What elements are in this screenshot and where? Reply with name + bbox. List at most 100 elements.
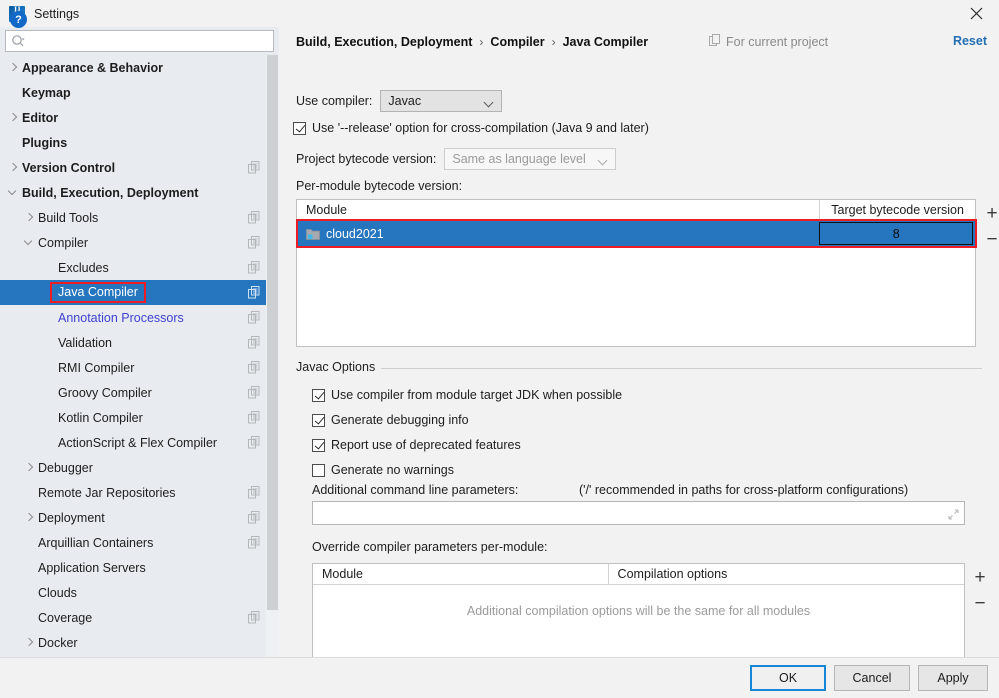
sidebar-item-remote-jar-repositories[interactable]: Remote Jar Repositories — [0, 480, 279, 505]
breadcrumb-item-0[interactable]: Build, Execution, Deployment — [296, 35, 472, 49]
chevron-right-icon[interactable] — [24, 512, 35, 523]
module-bytecode-table: Module Target bytecode version cloud2021… — [296, 199, 976, 347]
sidebar-item-plugins[interactable]: Plugins — [0, 130, 279, 155]
search-box[interactable] — [5, 30, 274, 52]
sidebar-item-keymap[interactable]: Keymap — [0, 80, 279, 105]
chevron-down-icon[interactable] — [24, 237, 35, 248]
generate-no-warnings-checkbox[interactable] — [312, 463, 325, 477]
project-bytecode-value: Same as language level — [452, 152, 586, 166]
sidebar-item-label: Remote Jar Repositories — [38, 485, 176, 500]
sidebar-item-docker[interactable]: Docker — [0, 630, 279, 655]
report-deprecated-checkbox-row[interactable]: Report use of deprecated features — [312, 438, 521, 452]
cancel-button[interactable]: Cancel — [834, 665, 910, 691]
sidebar-scrollbar-track[interactable] — [266, 55, 279, 657]
sidebar-item-application-servers[interactable]: Application Servers — [0, 555, 279, 580]
use-release-option-checkbox-row[interactable]: Use '--release' option for cross-compila… — [293, 121, 649, 135]
sidebar-item-rmi-compiler[interactable]: RMI Compiler — [0, 355, 279, 380]
help-button[interactable]: ? — [10, 11, 27, 28]
sidebar-item-kotlin-compiler[interactable]: Kotlin Compiler — [0, 405, 279, 430]
sidebar-item-build-tools[interactable]: Build Tools — [0, 205, 279, 230]
sidebar-item-label: Annotation Processors — [58, 310, 184, 325]
project-bytecode-label: Project bytecode version: — [296, 152, 437, 166]
sidebar-item-label: Coverage — [38, 610, 93, 625]
sidebar-item-build-execution-deployment[interactable]: Build, Execution, Deployment — [0, 180, 279, 205]
close-icon[interactable] — [953, 0, 999, 27]
sidebar-item-label: Clouds — [38, 585, 77, 600]
apply-button[interactable]: Apply — [918, 665, 988, 691]
javac-options-group-title: Javac Options — [296, 360, 382, 374]
project-bytecode-row: Project bytecode version: Same as langua… — [296, 148, 617, 170]
sidebar-item-debugger[interactable]: Debugger — [0, 455, 279, 480]
report-deprecated-label: Report use of deprecated features — [331, 438, 521, 452]
module-cell[interactable]: cloud2021 — [297, 221, 819, 246]
sidebar-item-validation[interactable]: Validation — [0, 330, 279, 355]
sidebar-item-version-control[interactable]: Version Control — [0, 155, 279, 180]
copy-icon — [709, 34, 721, 50]
generate-no-warnings-label: Generate no warnings — [331, 463, 454, 477]
sidebar-item-label: Application Servers — [38, 560, 146, 575]
generate-debugging-info-checkbox-row[interactable]: Generate debugging info — [312, 413, 469, 427]
ok-button[interactable]: OK — [750, 665, 826, 691]
sidebar-item-label: Kotlin Compiler — [58, 410, 143, 425]
breadcrumb-item-2: Java Compiler — [562, 35, 649, 49]
remove-override-button[interactable]: − — [967, 590, 993, 616]
sidebar-item-coverage[interactable]: Coverage — [0, 605, 279, 630]
copy-icon — [248, 611, 260, 624]
sidebar-item-label: Keymap — [22, 85, 71, 100]
add-override-button[interactable]: + — [967, 564, 993, 590]
sidebar-item-clouds[interactable]: Clouds — [0, 580, 279, 605]
chevron-right-icon[interactable] — [8, 162, 19, 173]
sidebar-item-editor[interactable]: Editor — [0, 105, 279, 130]
search-input[interactable] — [30, 32, 273, 50]
sidebar-item-label: Build, Execution, Deployment — [22, 185, 199, 200]
module-table-col-module[interactable]: Module — [297, 200, 819, 221]
sidebar-item-appearance-behavior[interactable]: Appearance & Behavior — [0, 55, 279, 80]
chevron-right-icon[interactable] — [24, 212, 35, 223]
add-module-button[interactable]: + — [979, 200, 999, 226]
chevron-right-icon[interactable] — [24, 462, 35, 473]
chevron-right-icon[interactable] — [8, 112, 19, 123]
use-module-jdk-compiler-checkbox-row[interactable]: Use compiler from module target JDK when… — [312, 388, 622, 402]
chevron-right-icon[interactable] — [24, 637, 35, 648]
sidebar-item-groovy-compiler[interactable]: Groovy Compiler — [0, 380, 279, 405]
override-table-actions: + − — [967, 564, 993, 616]
copy-icon — [248, 361, 260, 374]
sidebar-scrollbar-thumb[interactable] — [267, 55, 278, 610]
generate-debugging-info-checkbox[interactable] — [312, 413, 325, 427]
reset-link[interactable]: Reset — [953, 34, 987, 48]
report-deprecated-checkbox[interactable] — [312, 438, 325, 452]
sidebar-item-excludes[interactable]: Excludes — [0, 255, 279, 280]
sidebar-item-label: Version Control — [22, 160, 116, 175]
sidebar-item-java-compiler[interactable]: Java Compiler — [0, 280, 279, 305]
chevron-right-icon[interactable] — [8, 62, 19, 73]
target-bytecode-editor[interactable]: 8 — [819, 222, 974, 245]
override-table-col-module[interactable]: Module — [313, 564, 608, 585]
generate-no-warnings-checkbox-row[interactable]: Generate no warnings — [312, 463, 454, 477]
sidebar-item-arquillian-containers[interactable]: Arquillian Containers — [0, 530, 279, 555]
target-bytecode-cell[interactable]: 8 — [819, 221, 975, 246]
project-bytecode-select[interactable]: Same as language level — [444, 148, 617, 170]
chevron-down-icon[interactable] — [8, 187, 19, 198]
sidebar-item-deployment[interactable]: Deployment — [0, 505, 279, 530]
use-release-option-checkbox[interactable] — [293, 121, 306, 135]
override-table-col-options[interactable]: Compilation options — [607, 563, 964, 585]
sidebar-item-annotation-processors[interactable]: Annotation Processors — [0, 305, 279, 330]
copy-icon — [248, 211, 260, 224]
breadcrumb-item-1[interactable]: Compiler — [490, 35, 544, 49]
use-compiler-select[interactable]: Javac — [380, 90, 503, 112]
use-module-jdk-compiler-checkbox[interactable] — [312, 388, 325, 402]
sidebar-item-label: Java Compiler — [50, 282, 146, 303]
module-table-col-target[interactable]: Target bytecode version — [819, 199, 975, 221]
additional-params-input-wrapper[interactable] — [312, 501, 965, 525]
remove-module-button[interactable]: − — [979, 226, 999, 252]
table-row[interactable]: cloud2021 8 — [297, 221, 975, 246]
sidebar-item-compiler[interactable]: Compiler — [0, 230, 279, 255]
sidebar-item-actionscript-flex-compiler[interactable]: ActionScript & Flex Compiler — [0, 430, 279, 455]
expand-icon[interactable] — [948, 509, 959, 520]
